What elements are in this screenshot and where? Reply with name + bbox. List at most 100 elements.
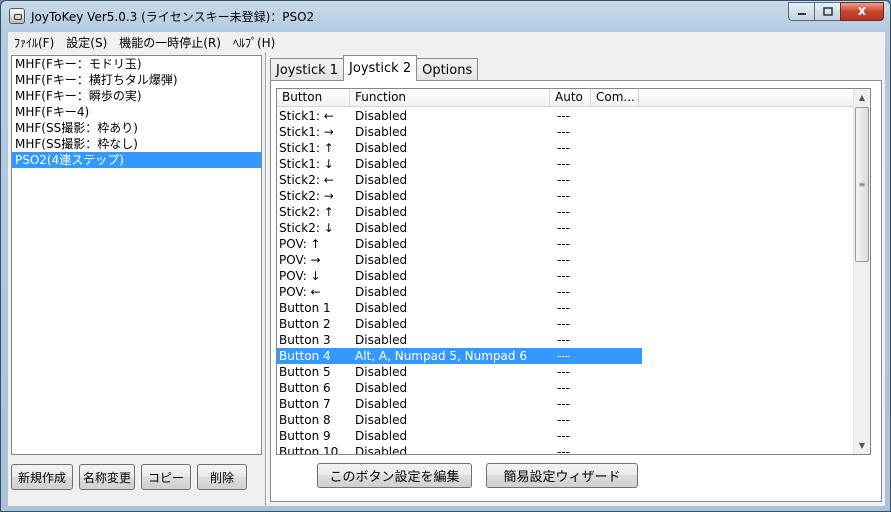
list-row[interactable]: Stick1: ↓ Disabled --- <box>277 156 855 172</box>
list-row[interactable]: Stick2: → Disabled --- <box>277 188 855 204</box>
list-row[interactable]: Button 8 Disabled --- <box>277 412 855 428</box>
cell-comment <box>594 284 642 300</box>
cell-auto: --- <box>557 141 570 155</box>
config-item[interactable]: MHF(Fキー：瞬歩の実) <box>12 88 261 104</box>
cell-auto: --- <box>557 301 570 315</box>
menu-pause[interactable]: 機能の一時停止(R) <box>113 34 227 51</box>
cell-button: Stick2: ↑ <box>279 205 334 219</box>
tab-joystick-1[interactable]: Joystick 1 <box>270 58 345 81</box>
cell-auto: --- <box>557 365 570 379</box>
cell-auto: --- <box>557 237 570 251</box>
client-area: MHF(Fキー：モドリ玉) MHF(Fキー：横打ちタル爆弾) MHF(Fキー：瞬… <box>8 52 885 506</box>
scroll-thumb[interactable]: ≡ <box>855 107 869 262</box>
cell-button: Button 2 <box>279 317 331 331</box>
config-item[interactable]: MHF(Fキー4) <box>12 104 261 120</box>
column-header-comment[interactable]: Com... <box>591 89 639 107</box>
cell-button: Stick1: ↑ <box>279 141 334 155</box>
new-config-button[interactable]: 新規作成 <box>11 464 73 490</box>
list-row[interactable]: Button 10 Disabled --- <box>277 444 855 455</box>
cell-button: Button 6 <box>279 381 331 395</box>
list-row[interactable]: Button 3 Disabled --- <box>277 332 855 348</box>
menu-file[interactable]: ﾌｧｲﾙ(F) <box>8 34 60 51</box>
edit-button-setting-button[interactable]: このボタン設定を編集 <box>317 463 472 488</box>
cell-comment <box>594 348 642 364</box>
list-row-selected[interactable]: Button 4 Alt, A, Numpad 5, Numpad 6 --- <box>277 348 855 364</box>
list-row[interactable]: Button 7 Disabled --- <box>277 396 855 412</box>
list-row[interactable]: Stick1: → Disabled --- <box>277 124 855 140</box>
list-row[interactable]: Stick1: ← Disabled --- <box>277 108 855 124</box>
cell-comment <box>594 156 642 172</box>
list-row[interactable]: Stick2: ← Disabled --- <box>277 172 855 188</box>
maximize-button[interactable] <box>814 2 840 21</box>
cell-button: Button 8 <box>279 413 331 427</box>
cell-auto: --- <box>557 445 570 455</box>
cell-comment <box>594 444 642 454</box>
config-item-selected[interactable]: PSO2(4連ステップ) <box>12 152 261 168</box>
list-row[interactable]: POV: → Disabled --- <box>277 252 855 268</box>
config-item[interactable]: MHF(Fキー：モドリ玉) <box>12 56 261 72</box>
cell-comment <box>594 364 642 380</box>
cell-button: Stick1: → <box>279 125 334 139</box>
minimize-button[interactable] <box>788 2 814 21</box>
cell-auto: --- <box>557 397 570 411</box>
config-item[interactable]: MHF(SS撮影：枠なし) <box>12 136 261 152</box>
cell-function: Disabled <box>355 365 408 379</box>
column-header-button[interactable]: Button <box>277 89 350 107</box>
splitter[interactable] <box>265 52 267 506</box>
cell-comment <box>594 268 642 284</box>
cell-function: Disabled <box>355 221 408 235</box>
cell-auto: --- <box>557 221 570 235</box>
tab-joystick-2[interactable]: Joystick 2 <box>343 55 418 81</box>
cell-button: Button 5 <box>279 365 331 379</box>
list-row[interactable]: POV: ↓ Disabled --- <box>277 268 855 284</box>
cell-comment <box>594 380 642 396</box>
rename-config-button[interactable]: 名称変更 <box>79 464 135 490</box>
list-row[interactable]: Button 2 Disabled --- <box>277 316 855 332</box>
cell-auto: --- <box>557 413 570 427</box>
cell-function: Disabled <box>355 109 408 123</box>
cell-comment <box>594 188 642 204</box>
tab-options[interactable]: Options <box>416 58 479 81</box>
list-row[interactable]: Stick2: ↓ Disabled --- <box>277 220 855 236</box>
cell-function: Disabled <box>355 253 408 267</box>
cell-function: Disabled <box>355 141 408 155</box>
cell-button: Stick1: ← <box>279 109 334 123</box>
joystick-app-icon[interactable] <box>9 8 25 24</box>
setup-wizard-button[interactable]: 簡易設定ウィザード <box>486 463 638 488</box>
config-list[interactable]: MHF(Fキー：モドリ玉) MHF(Fキー：横打ちタル爆弾) MHF(Fキー：瞬… <box>11 55 262 455</box>
list-row[interactable]: Button 1 Disabled --- <box>277 300 855 316</box>
close-button[interactable]: x <box>840 2 884 21</box>
config-item[interactable]: MHF(SS撮影：枠あり) <box>12 120 261 136</box>
column-header-function[interactable]: Function <box>350 89 550 107</box>
button-list[interactable]: Button Function Auto Com... Stick1: ← Dis… <box>276 88 871 455</box>
column-header-auto[interactable]: Auto <box>550 89 591 107</box>
cell-button: Button 9 <box>279 429 331 443</box>
tab-page: Button Function Auto Com... Stick1: ← Dis… <box>270 80 882 502</box>
list-row[interactable]: POV: ← Disabled --- <box>277 284 855 300</box>
cell-button: Button 1 <box>279 301 331 315</box>
config-item[interactable]: MHF(Fキー：横打ちタル爆弾) <box>12 72 261 88</box>
list-row[interactable]: Button 5 Disabled --- <box>277 364 855 380</box>
list-row[interactable]: Stick1: ↑ Disabled --- <box>277 140 855 156</box>
list-row[interactable]: POV: ↑ Disabled --- <box>277 236 855 252</box>
list-row[interactable]: Button 6 Disabled --- <box>277 380 855 396</box>
delete-config-button[interactable]: 削除 <box>197 464 247 490</box>
copy-config-button[interactable]: コピー <box>141 464 191 490</box>
cell-function: Disabled <box>355 269 408 283</box>
list-row[interactable]: Stick2: ↑ Disabled --- <box>277 204 855 220</box>
cell-function: Disabled <box>355 125 408 139</box>
menu-settings[interactable]: 設定(S) <box>60 34 113 51</box>
config-buttons: 新規作成 名称変更 コピー 削除 <box>11 464 247 490</box>
cell-auto: --- <box>557 109 570 123</box>
cell-comment <box>594 172 642 188</box>
cell-function: Disabled <box>355 333 408 347</box>
menu-bar: ﾌｧｲﾙ(F) 設定(S) 機能の一時停止(R) ﾍﾙﾌﾟ(H) <box>8 32 885 52</box>
title-bar[interactable]: JoyToKey Ver5.0.3 (ライセンスキー未登録)：PSO2 x <box>1 1 890 31</box>
cell-function: Disabled <box>355 301 408 315</box>
menu-help[interactable]: ﾍﾙﾌﾟ(H) <box>227 34 281 51</box>
cell-button: Button 10 <box>279 445 339 455</box>
vertical-scrollbar[interactable]: ▲ ≡ ▼ <box>853 89 870 454</box>
scroll-up-arrow-icon[interactable]: ▲ <box>854 89 870 106</box>
scroll-down-arrow-icon[interactable]: ▼ <box>854 437 870 454</box>
list-row[interactable]: Button 9 Disabled --- <box>277 428 855 444</box>
